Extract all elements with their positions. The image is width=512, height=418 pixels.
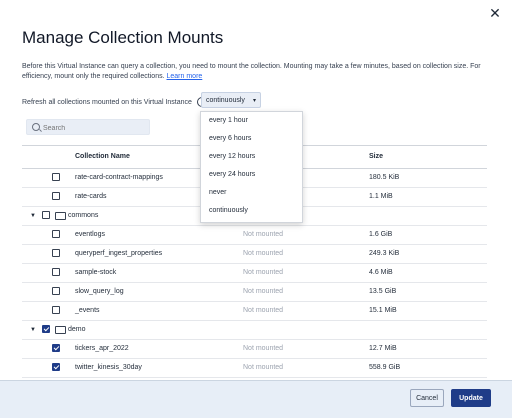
collection-name: eventlogs [75,231,105,238]
mount-status: Not mounted [243,345,284,352]
collection-size: 558.9 GiB [369,364,401,371]
search-icon [32,123,40,131]
row-checkbox[interactable] [52,306,60,314]
table-row: queryperf_ingest_properties Not mounted 24… [22,245,487,264]
refresh-option[interactable]: every 24 hours [201,166,302,184]
collection-name: rate-card-contract-mappings [75,174,163,181]
chevron-down-icon: ▾ [252,98,256,104]
expand-toggle-icon[interactable]: ▼ [30,321,36,339]
row-checkbox[interactable] [52,268,60,276]
collection-size: 15.1 MiB [369,307,397,314]
refresh-option[interactable]: continuously [201,202,302,220]
row-checkbox[interactable] [52,230,60,238]
table-row: sample-stock Not mounted 4.6 MiB [22,264,487,283]
table-row: eventlogs Not mounted 1.6 GiB [22,226,487,245]
group-checkbox[interactable] [42,325,50,333]
refresh-label: Refresh all collections mounted on this … [22,97,207,107]
close-icon[interactable]: ✕ [488,6,502,20]
expand-toggle-icon[interactable]: ▼ [30,207,36,225]
collection-name: queryperf_ingest_properties [75,250,163,257]
collection-size: 1.1 MiB [369,193,393,200]
manage-mounts-dialog: ✕ Manage Collection Mounts Before this V… [0,0,512,381]
collection-name: _events [75,307,100,314]
row-checkbox[interactable] [52,192,60,200]
dialog-title: Manage Collection Mounts [22,28,224,47]
cancel-button[interactable]: Cancel [410,389,444,407]
table-row: twitter_kinesis_30day Not mounted 558.9 Gi… [22,359,487,378]
refresh-interval-select[interactable]: continuously ▾ [201,92,261,108]
update-button[interactable]: Update [451,389,491,407]
refresh-option[interactable]: every 6 hours [201,130,302,148]
collection-size: 180.5 KiB [369,174,400,181]
dialog-description: Before this Virtual Instance can query a… [22,62,492,82]
row-checkbox[interactable] [52,287,60,295]
refresh-option[interactable]: every 1 hour [201,112,302,130]
column-header-name: Collection Name [75,153,130,160]
mount-status: Not mounted [243,231,284,238]
table-row: tickers_apr_2022 Not mounted 12.7 MiB [22,340,487,359]
row-checkbox[interactable] [52,173,60,181]
row-checkbox[interactable] [52,344,60,352]
collection-name: rate-cards [75,193,107,200]
refresh-label-text: Refresh all collections mounted on this … [22,98,192,106]
collection-size: 249.3 KiB [369,250,400,257]
mount-status: Not mounted [243,364,284,371]
refresh-interval-menu: every 1 hour every 6 hours every 12 hours e… [200,111,303,223]
search-box[interactable] [26,119,150,136]
mount-status: Not mounted [243,250,284,257]
mount-status: Not mounted [243,269,284,276]
learn-more-link[interactable]: Learn more [167,73,203,80]
row-checkbox[interactable] [52,249,60,257]
group-name: commons [68,212,99,219]
folder-icon [55,212,66,220]
collection-size: 12.7 MiB [369,345,397,352]
table-row: slow_query_log Not mounted 13.5 GiB [22,283,487,302]
mount-status: Not mounted [243,288,284,295]
refresh-option[interactable]: every 12 hours [201,148,302,166]
mount-status: Not mounted [243,307,284,314]
refresh-option[interactable]: never [201,184,302,202]
collection-name: twitter_kinesis_30day [75,364,142,371]
group-checkbox[interactable] [42,211,50,219]
collection-size: 13.5 GiB [369,288,397,295]
search-input[interactable] [41,120,145,136]
collection-name: tickers_apr_2022 [75,345,129,352]
row-checkbox[interactable] [52,363,60,371]
collection-size: 4.6 MiB [369,269,393,276]
folder-icon [55,326,66,334]
group-name: demo [68,326,86,333]
column-header-size: Size [369,153,384,160]
group-row: ▼ demo [22,321,487,340]
collection-size: 1.6 GiB [369,231,393,238]
refresh-selected-value: continuously [206,97,245,104]
collection-name: sample-stock [75,269,117,276]
description-text: Before this Virtual Instance can query a… [22,63,481,80]
table-row: _events Not mounted 15.1 MiB [22,302,487,321]
collection-name: slow_query_log [75,288,124,295]
